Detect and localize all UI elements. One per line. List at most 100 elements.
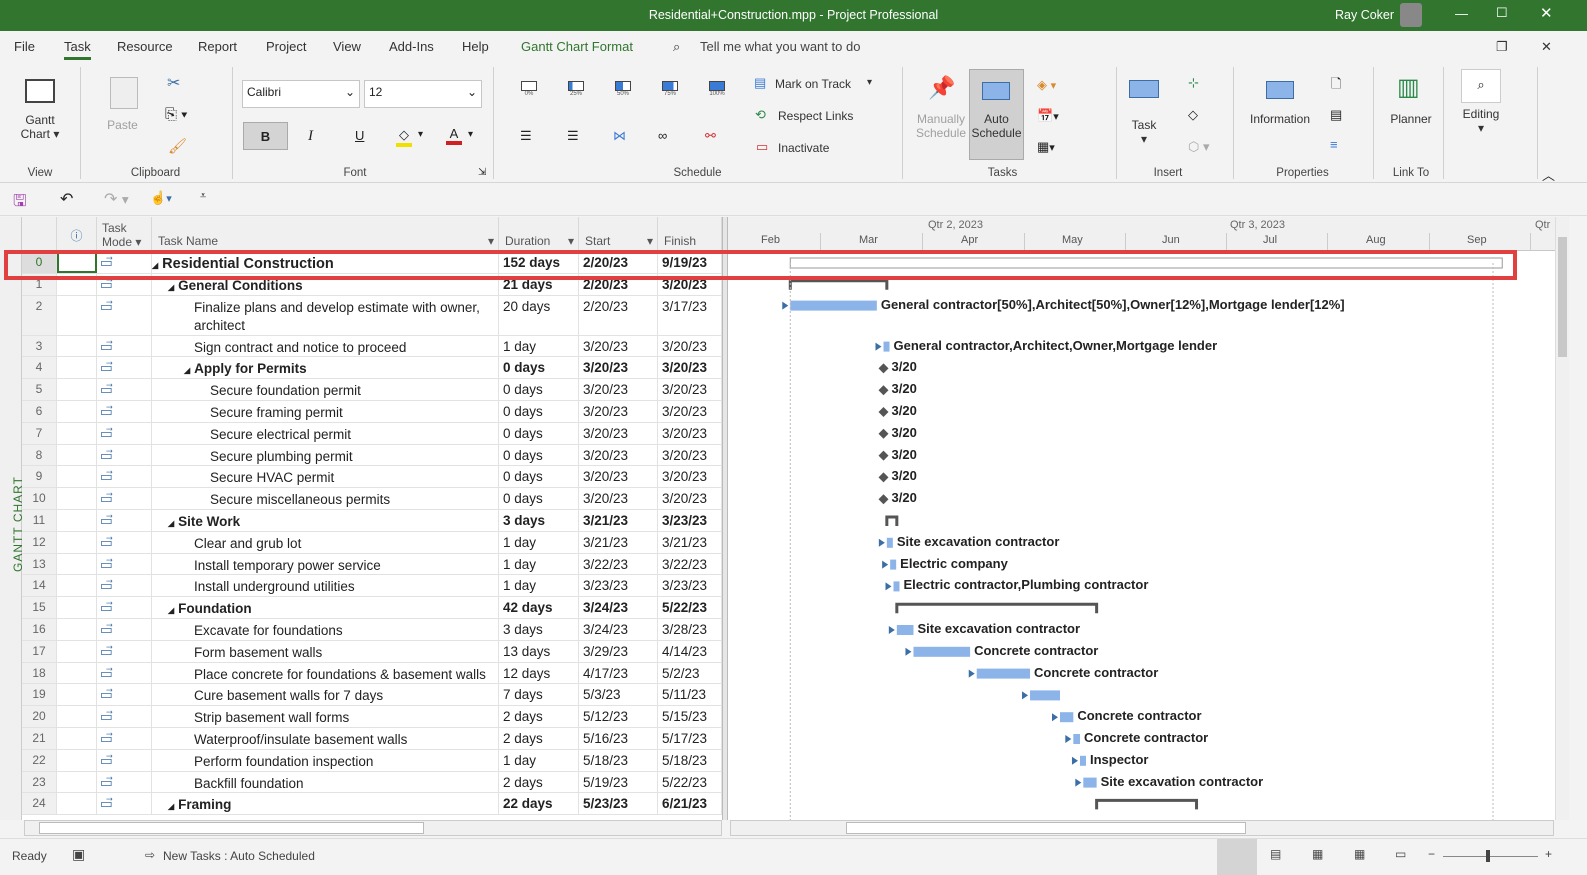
add-timeline-icon[interactable]: ≡ [1330, 137, 1338, 152]
summary-icon[interactable]: ⊹ [1188, 75, 1199, 91]
start-cell[interactable]: 3/20/23 [579, 422, 658, 444]
finish-cell[interactable]: 3/20/23 [658, 379, 722, 400]
table-row[interactable]: 14 ▭⃗ Install underground utilities 1 da… [22, 575, 722, 598]
table-row[interactable]: 19 ▭⃗ Cure basement walls for 7 days 7 d… [22, 684, 722, 707]
duration-cell[interactable]: 20 days [499, 295, 579, 335]
planner-icon[interactable]: ▥ [1397, 73, 1420, 102]
minimize-icon[interactable]: — [1455, 6, 1468, 21]
collapse-toggle-icon[interactable]: ◢ [168, 606, 174, 615]
table-row[interactable]: 12 ▭⃗ Clear and grub lot 1 day 3/21/23 3… [22, 531, 722, 554]
menu-gantt-chart-format[interactable]: Gantt Chart Format [521, 39, 633, 54]
auto-schedule-button[interactable]: Auto Schedule [969, 69, 1024, 160]
row-number[interactable]: 8 [22, 444, 57, 466]
table-row[interactable]: 10 ▭⃗ Secure miscellaneous permits 0 day… [22, 488, 722, 510]
menu-task[interactable]: Task [64, 39, 91, 60]
copy-icon[interactable]: ⎘ ▾ [165, 106, 187, 123]
row-number[interactable]: 18 [22, 662, 57, 684]
task-name-cell[interactable]: Secure HVAC permit [152, 466, 499, 488]
table-row[interactable]: 7 ▭⃗ Secure electrical permit 0 days 3/2… [22, 422, 722, 445]
finish-cell[interactable]: 5/2/23 [658, 662, 722, 684]
customize-qat-icon[interactable]: ⩡ [200, 190, 206, 203]
row-number[interactable]: 13 [22, 553, 57, 575]
gantt-chart-button[interactable]: Gantt Chart ▾ [10, 113, 70, 141]
notes-icon[interactable]: 🗋 [1331, 75, 1341, 97]
finish-cell[interactable]: 3/20/23 [658, 422, 722, 444]
touch-mode-icon[interactable]: ☝▾ [150, 190, 172, 206]
table-row[interactable]: 18 ▭⃗ Place concrete for foundations & b… [22, 662, 722, 685]
font-dialog-launcher-icon[interactable]: ⇲ [478, 167, 486, 178]
inactivate-icon[interactable]: ▭ [756, 139, 768, 155]
indicator-cell[interactable] [57, 619, 97, 640]
collapse-toggle-icon[interactable]: ◢ [168, 519, 174, 528]
table-row[interactable]: 3 ▭⃗ Sign contract and notice to proceed… [22, 335, 722, 358]
summary-bar[interactable] [788, 279, 889, 290]
finish-cell[interactable]: 3/20/23 [658, 466, 722, 488]
indicator-cell[interactable] [57, 357, 97, 379]
new-tasks-mode[interactable]: New Tasks : Auto Scheduled [163, 849, 315, 863]
summary-bar[interactable] [885, 515, 899, 526]
task-bar[interactable] [886, 537, 893, 548]
row-number[interactable]: 11 [22, 510, 57, 531]
milestone-marker[interactable] [878, 363, 889, 374]
column-header-task-name[interactable]: Task Name ▾ [152, 217, 499, 251]
finish-cell[interactable]: 3/17/23 [658, 295, 722, 335]
duration-cell[interactable]: 3 days [499, 510, 579, 531]
row-number[interactable]: 4 [22, 357, 57, 379]
indicator-cell[interactable] [57, 597, 97, 618]
task-name-cell[interactable]: Secure foundation permit [152, 379, 499, 400]
undo-icon[interactable]: ↶ [60, 189, 73, 209]
task-name-cell[interactable]: Secure plumbing permit [152, 444, 499, 466]
macro-icon[interactable]: ▣ [72, 846, 85, 863]
finish-cell[interactable]: 5/22/23 [658, 597, 722, 618]
row-number[interactable]: 20 [22, 706, 57, 727]
information-button[interactable]: Information [1245, 112, 1315, 126]
close-icon[interactable]: ✕ [1540, 4, 1553, 22]
task-name-cell[interactable]: ◢ Foundation [152, 597, 499, 618]
indicator-cell[interactable] [57, 640, 97, 662]
font-family-select[interactable]: Calibri ⌄ [242, 80, 360, 108]
milestone-icon[interactable]: ◇ [1188, 107, 1198, 123]
task-bar[interactable] [976, 668, 1031, 679]
duration-cell[interactable]: 2 days [499, 728, 579, 749]
duration-cell[interactable]: 0 days [499, 401, 579, 422]
indicator-cell[interactable] [57, 662, 97, 684]
table-row[interactable]: 16 ▭⃗ Excavate for foundations 3 days 3/… [22, 619, 722, 641]
table-row[interactable]: 4 ▭⃗ ◢ Apply for Permits 0 days 3/20/23 3… [22, 357, 722, 380]
task-name-cell[interactable]: ◢ Apply for Permits [152, 357, 499, 379]
menu-report[interactable]: Report [198, 39, 237, 54]
start-cell[interactable]: 3/21/23 [579, 531, 658, 553]
finish-cell[interactable]: 6/21/23 [658, 793, 722, 815]
details-icon[interactable]: ▤ [1330, 107, 1342, 123]
menu-help[interactable]: Help [462, 39, 489, 54]
task-usage-view-icon[interactable]: ▤ [1270, 847, 1281, 861]
row-number[interactable]: 3 [22, 335, 57, 357]
finish-cell[interactable]: 3/20/23 [658, 335, 722, 357]
duration-cell[interactable]: 0 days [499, 444, 579, 466]
indicators-header-info-icon[interactable]: ⓘ [57, 217, 97, 251]
task-name-cell[interactable]: Form basement walls [152, 640, 499, 662]
respect-links-icon[interactable]: ⟲ [755, 107, 766, 123]
indicator-cell[interactable] [57, 466, 97, 488]
milestone-marker[interactable] [878, 472, 889, 483]
row-number[interactable]: 21 [22, 728, 57, 749]
pin-icon[interactable]: 📌 [928, 75, 955, 101]
duration-cell[interactable]: 1 day [499, 531, 579, 553]
zoom-in-icon[interactable]: + [1545, 847, 1552, 861]
indicator-cell[interactable] [57, 771, 97, 793]
finish-cell[interactable]: 3/21/23 [658, 531, 722, 553]
user-avatar[interactable] [1400, 3, 1422, 27]
mark-on-track-button[interactable]: Mark on Track [775, 77, 851, 91]
task-bar[interactable] [890, 559, 897, 570]
task-name-cell[interactable]: Cure basement walls for 7 days [152, 684, 499, 706]
indicator-cell[interactable] [57, 684, 97, 706]
mode-icon[interactable]: ▦▾ [1037, 139, 1055, 155]
collapse-ribbon-icon[interactable]: ︿ [1542, 165, 1555, 184]
planner-button[interactable]: Planner [1385, 112, 1437, 126]
duration-cell[interactable]: 7 days [499, 684, 579, 706]
font-size-select[interactable]: 12 ⌄ [364, 80, 482, 108]
task-bar[interactable] [1073, 734, 1080, 744]
paste-button[interactable]: Paste [100, 118, 145, 132]
gantt-view-shortcut-icon[interactable] [1217, 839, 1257, 875]
task-name-cell[interactable]: Strip basement wall forms [152, 706, 499, 727]
search-icon[interactable]: ⌕ [673, 39, 680, 55]
